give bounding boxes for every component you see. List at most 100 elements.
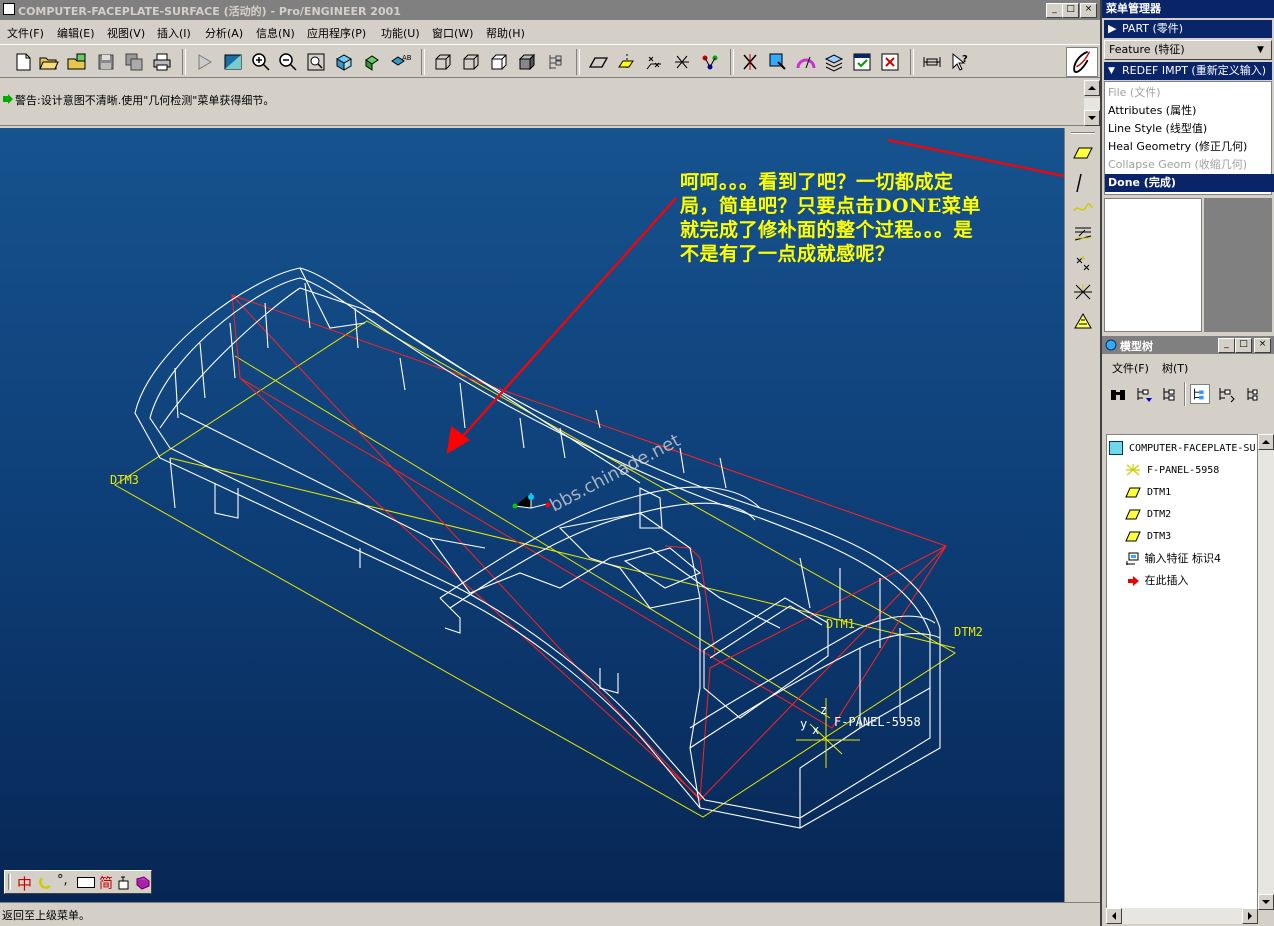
tree-item-dtm2[interactable]: DTM2 [1125,505,1171,525]
orient-icon[interactable] [333,51,355,73]
window-title-bar[interactable]: COMPUTER-FACEPLATE-SURFACE (活动的) - Pro/E… [0,0,1100,20]
menu-help[interactable]: 帮助(H) [486,25,525,41]
datum-plane-tool-icon[interactable] [1071,140,1095,164]
menu-file[interactable]: 文件(F) [7,25,44,41]
model-tree-toggle-icon[interactable] [544,51,566,73]
new-file-icon[interactable] [12,51,34,73]
cancel-icon[interactable] [879,51,901,73]
repaint-icon[interactable] [194,51,216,73]
model-tree-menu-tree[interactable]: 树(T) [1162,360,1188,376]
datum-point-display-icon[interactable] [643,51,665,73]
coord-sys-display-icon[interactable] [671,51,693,73]
query-select-icon[interactable] [767,51,789,73]
analysis-tool-icon[interactable] [1071,308,1095,332]
menu-info[interactable]: 信息(N) [256,25,295,41]
refit-icon[interactable] [305,51,327,73]
menu-insert[interactable]: 插入(I) [157,25,191,41]
ime-softkbd-icon[interactable] [117,875,133,891]
menu-view[interactable]: 视图(V) [107,25,145,41]
tree-display-icon[interactable] [1242,384,1262,404]
datum-axis-display-icon[interactable] [615,51,637,73]
menu-edit[interactable]: 编辑(E) [57,25,95,41]
menu-feature-dropdown[interactable]: Feature (特征) ▼ [1104,40,1272,60]
minimize-button[interactable]: _ [1046,3,1063,18]
model-tree-minimize-button[interactable]: _ [1218,338,1235,353]
spin-center-icon[interactable] [699,51,721,73]
menu-item-done[interactable]: Done (完成) [1105,174,1274,192]
status-bar: 返回至上级菜单。 [0,902,1100,926]
no-hidden-icon[interactable] [488,51,510,73]
ime-punctuation-icon[interactable]: °, [57,873,68,888]
saved-views-icon[interactable] [361,51,383,73]
tree-item-dtm1[interactable]: DTM1 [1125,483,1171,503]
ime-halfwidth-icon[interactable] [39,875,53,889]
print-icon[interactable] [151,51,173,73]
tree-item-csys[interactable]: F-PANEL-5958 [1125,461,1219,481]
menu-item-heal-geometry[interactable]: Heal Geometry (修正几何) [1108,138,1274,156]
message-scrollbar[interactable] [1084,80,1100,128]
model-tree-hscroll[interactable] [1106,908,1258,924]
scroll-left-icon[interactable] [1106,908,1122,924]
layers-icon[interactable]: AB [389,51,412,73]
measure-icon[interactable] [921,51,943,73]
menu-item-attributes[interactable]: Attributes (属性) [1108,102,1274,120]
scroll-down-icon[interactable] [1258,894,1274,910]
shade-icon[interactable] [222,51,244,73]
tree-filter-icon[interactable] [1134,384,1154,404]
model-tree-menu-file[interactable]: 文件(F) [1112,360,1149,376]
ime-chinese-button[interactable]: 中 [17,873,32,894]
open-object-icon[interactable] [66,51,88,73]
layers-manager-icon[interactable] [823,51,845,73]
menu-part-header[interactable]: ▶ PART (零件) [1104,20,1272,38]
tree-item-dtm3[interactable]: DTM3 [1125,527,1171,547]
ime-toolbar[interactable]: 中 °, 简 [4,870,152,894]
csys-tool-icon[interactable] [1071,280,1095,304]
menu-item-line-style[interactable]: Line Style (线型值) [1108,120,1274,138]
zoom-in-icon[interactable] [250,51,272,73]
context-help-icon[interactable]: ? [949,51,971,73]
datum-plane-display-icon[interactable] [587,51,609,73]
datum-axis-tool-icon[interactable] [1071,170,1095,194]
shaded-icon[interactable] [516,51,538,73]
open-folder-icon[interactable] [38,51,60,73]
menu-utilities[interactable]: 功能(U) [381,25,420,41]
hidden-line-icon[interactable] [460,51,482,73]
tree-item-insert-here[interactable]: 在此插入 [1125,571,1189,591]
model-tree-title-bar[interactable]: 模型树 _ □ × [1102,336,1274,354]
find-binoculars-icon[interactable] [1108,384,1128,404]
menu-window[interactable]: 窗口(W) [432,25,473,41]
tree-columns-icon[interactable] [1160,384,1180,404]
model-tree-vscroll[interactable] [1258,434,1274,910]
accept-icon[interactable] [851,51,873,73]
tree-collapse-icon[interactable] [1216,384,1236,404]
save-icon[interactable] [95,51,117,73]
wireframe-icon[interactable] [432,51,454,73]
ime-keyboard-icon[interactable] [77,877,95,888]
zoom-out-icon[interactable] [277,51,299,73]
menu-analysis[interactable]: 分析(A) [205,25,243,41]
scroll-down-icon[interactable] [1084,110,1100,126]
model-tree-maximize-button[interactable]: □ [1235,338,1252,353]
scroll-up-icon[interactable] [1084,80,1100,96]
menu-redef-header[interactable]: ▼ REDEF IMPT (重新定义输入) [1104,62,1272,80]
scroll-track[interactable] [1084,98,1100,110]
ime-help-book-icon[interactable] [135,875,151,891]
save-copy-icon[interactable] [123,51,145,73]
graphics-window[interactable]: DTM3 DTM1 DTM2 F-PANEL-5958 y z x bbs.ch… [0,128,1064,902]
color-appearance-icon[interactable] [795,51,817,73]
model-tree-close-button[interactable]: × [1254,338,1271,353]
scroll-right-icon[interactable] [1242,908,1258,924]
scroll-up-icon[interactable] [1258,434,1274,450]
tree-item-import-feature[interactable]: 输入特征 标识4 [1125,549,1221,569]
tree-expand-icon[interactable] [1190,384,1210,404]
select-icon[interactable] [739,51,761,73]
maximize-button[interactable]: □ [1062,3,1079,18]
datum-point-tool-icon[interactable] [1071,252,1095,276]
tree-root-row[interactable]: COMPUTER-FACEPLATE-SU [1109,439,1255,459]
datum-curve-tool-icon[interactable] [1071,196,1095,220]
sketched-curve-tool-icon[interactable] [1071,222,1095,246]
menu-applications[interactable]: 应用程序(P) [307,25,366,41]
ime-simplified-button[interactable]: 简 [99,873,113,893]
ime-grip[interactable] [8,874,11,890]
close-button[interactable]: × [1080,3,1097,18]
